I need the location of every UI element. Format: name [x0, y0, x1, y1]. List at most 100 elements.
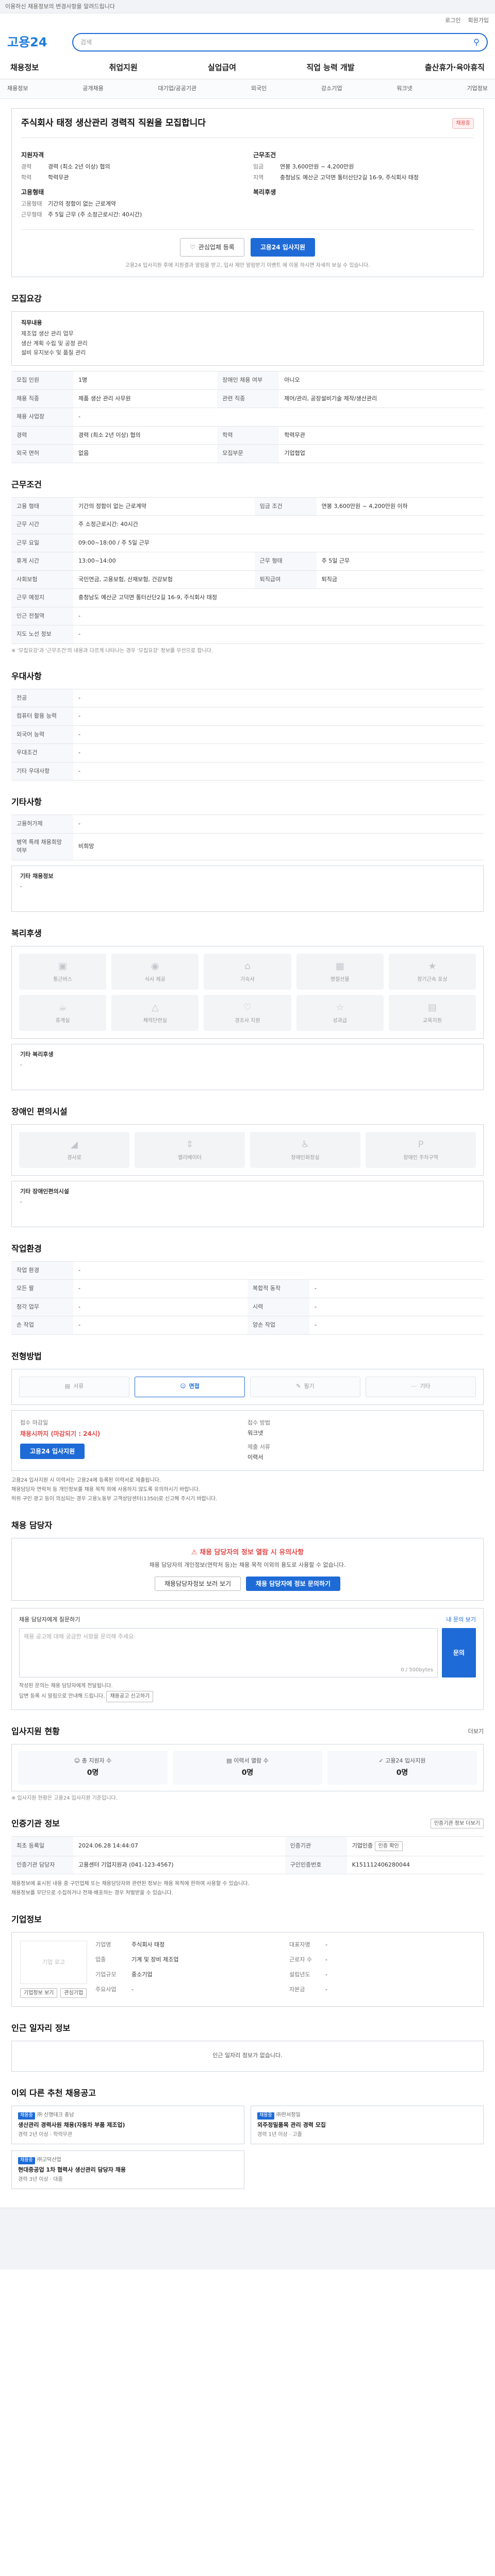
subnav-item-2[interactable]: 대기업/공공기관 [158, 84, 197, 93]
note-line: 고용24 입사지원 시 이력서는 고용24에 등록된 이력서로 제출됩니다. [11, 1477, 161, 1483]
other-table: 고용허가제 - 병역 특례 채용희망 여부 비희망 [11, 815, 484, 860]
welfare-label: 통근버스 [53, 977, 72, 983]
deadline-value: 채용시까지 (마감되기 : 24시) [20, 1430, 101, 1438]
cert-check-button[interactable]: 인증 확인 [374, 1841, 403, 1851]
contact-view-button[interactable]: 채용담당자정보 보러 보기 [154, 1576, 241, 1591]
stat-label-text: 이력서 열람 수 [234, 1757, 269, 1765]
company-key: 업종 [95, 1956, 106, 1963]
subnav-item-1[interactable]: 공개채용 [82, 84, 103, 93]
signup-link[interactable]: 회원가입 [468, 16, 489, 25]
question-textarea[interactable]: 채용 공고에 대해 궁금한 사항을 문의해 주세요. 0 / 500bytes [19, 1628, 438, 1678]
site-logo[interactable]: 고용24 [7, 33, 64, 52]
process-step: ⋯ 기타 [366, 1376, 476, 1397]
note-line: 채용정보에 표시된 내용 중 구인업체 또는 채용담당자와 관련된 정보는 채용… [11, 1881, 250, 1887]
emp-row: 고용형태 기간의 정함이 없는 근로계약 [21, 200, 242, 209]
welfare-label: 체력단련실 [143, 1018, 167, 1024]
welfare-item: ◉ 식사 제공 [111, 953, 199, 990]
my-question-link[interactable]: 내 문의 보기 [446, 1616, 476, 1624]
job-card-badge: 채용중 [18, 2112, 35, 2120]
company-row: 기업규모 중소기업 [95, 1971, 281, 1981]
heart-icon: ♡ [190, 243, 195, 251]
table-cell: - [309, 1316, 484, 1335]
job-card-badge: 채용중 [18, 2157, 35, 2164]
stats-more-link[interactable]: 더보기 [468, 1727, 484, 1736]
job-card[interactable]: 채용중 ㈜한서정밀 외주정밀품목 관리 경력 모집 경력 1년 이상 · 고졸 [251, 2106, 484, 2145]
table-header-cell: 학력 [217, 426, 279, 445]
table-header-cell: 근무 시간 [11, 515, 73, 534]
gnb-item-jobs[interactable]: 채용정보 [7, 62, 42, 74]
question-submit-button[interactable]: 문의 [442, 1628, 476, 1678]
table-row: 채용 사업장 - [11, 408, 484, 427]
table-header-cell: 인증기관 [285, 1836, 347, 1856]
doc-icon: ▤ [64, 1383, 71, 1390]
job-card[interactable]: 채용중 ㈜고덕산업 현대중공업 1차 협력사 생산관리 담당자 채용 경력 3년 … [11, 2150, 244, 2190]
stats-note: ※ 입사지원 현황은 고용24 입사지원 기준입니다. [11, 1795, 118, 1801]
stat-value: 0명 [87, 1768, 99, 1777]
process-apply-button[interactable]: 고용24 입사지원 [20, 1444, 85, 1460]
company-key: 기업규모 [95, 1971, 117, 1978]
welfare-item: ♡ 경조사 지원 [204, 994, 291, 1031]
subnav-item-4[interactable]: 강소기업 [321, 84, 342, 93]
summary-left: 지원자격 경력 경력 (최소 2년 이상) 협의 학력 학력무관 고용형태 고용형태… [21, 145, 242, 222]
job-card[interactable]: 채용중 ㈜ 신명테크 충남 생산관리 경력사원 채용(자동차 부품 제조업) 경력… [11, 2106, 244, 2145]
cond-value: 충청남도 예산군 고덕면 통터산단2길 16-9, 주식회사 태정 [280, 174, 419, 181]
search-input[interactable]: 검색 ⚲ [72, 33, 488, 52]
elevator-icon: ⇕ [186, 1139, 194, 1150]
gnb-item-benefit[interactable]: 실업급여 [205, 62, 239, 74]
gnb-item-training[interactable]: 직업 능력 개발 [303, 62, 357, 74]
stat-label: ☺ 총 지원자 수 [24, 1757, 161, 1766]
welfare-label: 명절선물 [330, 977, 350, 983]
section-title-prefer: 우대사항 [11, 671, 42, 681]
access-item: ♿ 장애인화장실 [250, 1131, 360, 1168]
company-row: 대표자명 - [289, 1941, 475, 1951]
emp-row: 근무형태 주 5일 근무 (주 소정근로시간: 40시간) [21, 211, 242, 219]
gnb-item-leave[interactable]: 출산휴가·육아휴직 [422, 62, 488, 74]
access-extra-box: 기타 장애인편의시설 - [11, 1180, 484, 1227]
apply-note: 고용24 입사지원 후에 지원결과 알림을 받고, 입사 제안 알림받기 이벤트… [125, 262, 370, 268]
site-footer [0, 2208, 495, 2270]
toilet-icon: ♿ [301, 1139, 310, 1150]
process-step: ✎ 필기 [250, 1376, 360, 1397]
recruit-table-wrap: 모집 인원 1명 장애인 채용 여부 아니오 채용 직종 제품 생산 관리 사무원 관련 … [11, 371, 484, 463]
login-link[interactable]: 로그인 [445, 16, 460, 25]
job-card-company: 채용중 ㈜ 신명테크 충남 [18, 2111, 238, 2120]
gnb-item-support[interactable]: 취업지원 [106, 62, 140, 74]
subnav-item-0[interactable]: 채용정보 [7, 84, 28, 93]
job-card-title: 외주정밀품목 관리 경력 모집 [257, 2121, 326, 2128]
note-line: 허위 구인 광고 등이 의심되는 경우 고용노동부 고객상담센터(1350)로 … [11, 1496, 218, 1502]
table-cell: - [73, 725, 484, 744]
table-cell: 기간의 정함이 없는 근로계약 [73, 497, 255, 516]
contact-inquire-button[interactable]: 채용 담당자에 정보 문의하기 [246, 1576, 341, 1591]
welfare-grid: ▣ 통근버스 ◉ 식사 제공 ⌂ 기숙사 ▦ 명절선물 ★ 장기근속 포상 ☕ 휴게실 △ 체… [11, 945, 484, 1039]
company-buttons: 기업정보 보기 관심기업 [20, 1988, 87, 1998]
table-cell: 1명 [73, 371, 218, 390]
welfare-extra-box: 기타 복리후생 - [11, 1043, 484, 1090]
apply-button[interactable]: 고용24 입사지원 [250, 238, 315, 257]
table-cell: 국민연금, 고용보험, 산재보험, 건강보험 [73, 570, 255, 589]
note-line: 채용담당자 연락처 등 개인정보를 채용 목적 외에 사용하지 않도록 유의하시… [11, 1486, 201, 1493]
company-row: 근로자 수 - [289, 1956, 475, 1966]
search-icon[interactable]: ⚲ [473, 36, 480, 48]
cond-row: 임금 연봉 3,600만원 ~ 4,200만원 [253, 163, 474, 172]
subnav-item-6[interactable]: 기업정보 [467, 84, 487, 93]
welfare-label: 경조사 지원 [235, 1018, 260, 1024]
subnav-item-5[interactable]: 워크넷 [397, 84, 412, 93]
scrap-button[interactable]: ♡ 관심업체 등록 [180, 238, 244, 257]
table-header-cell: 인근 전철역 [11, 606, 73, 625]
method-label: 접수 방법 [248, 1419, 270, 1426]
info-more-button[interactable]: 인증기관 정보 더보기 [430, 1819, 484, 1829]
table-header-cell: 모집 인원 [11, 371, 73, 390]
person-icon: ☺ [180, 1383, 186, 1390]
emp-key: 고용형태 [21, 200, 42, 207]
report-button[interactable]: 채용공고 신고하기 [106, 1691, 154, 1703]
emp-value: 주 5일 근무 (주 소정근로시간: 40시간) [48, 211, 142, 218]
table-row: 모든 팔 - 복합적 동작 - [11, 1279, 484, 1298]
other-table-wrap: 고용허가제 - 병역 특례 채용희망 여부 비희망 [11, 815, 484, 860]
job-summary-card: 주식회사 태정 생산관리 경력직 직원을 모집합니다 채용중 지원자격 경력 경력… [11, 108, 484, 277]
company-info-button[interactable]: 기업정보 보기 [20, 1988, 58, 1998]
subnav-item-3[interactable]: 외국인 [251, 84, 267, 93]
title-actions: ♡ 관심업체 등록 고용24 입사지원 [21, 229, 474, 262]
process-step-label: 필기 [304, 1383, 315, 1390]
job-card-company: 채용중 ㈜한서정밀 [257, 2111, 477, 2120]
company-follow-button[interactable]: 관심기업 [60, 1988, 87, 1998]
